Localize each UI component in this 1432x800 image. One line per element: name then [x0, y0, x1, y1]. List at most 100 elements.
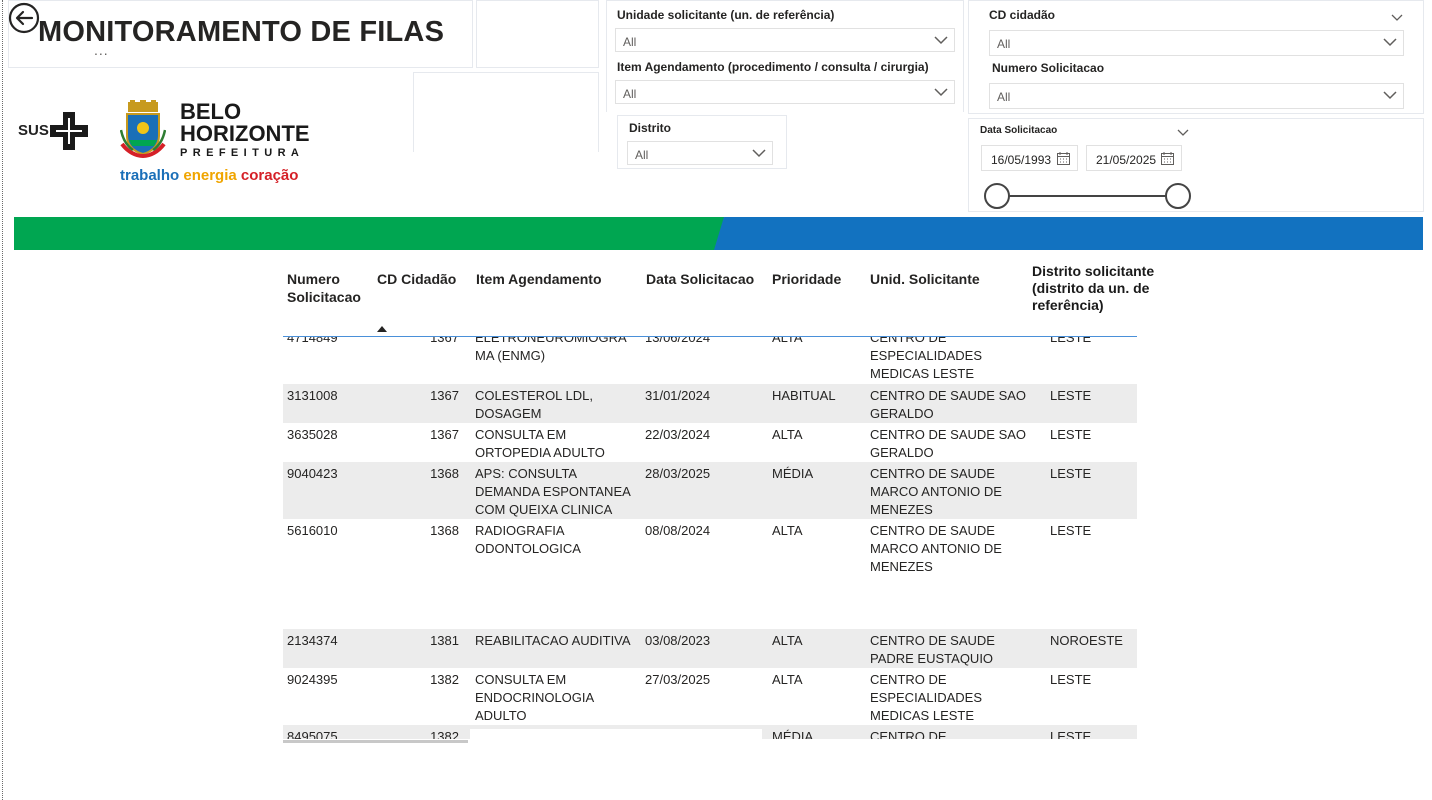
column-header-numero-line1: Numero	[287, 271, 340, 287]
more-options-icon[interactable]: ...	[94, 42, 109, 58]
column-header-cd[interactable]: CD Cidadão	[377, 270, 456, 288]
cell-data: 03/08/2023	[645, 633, 711, 648]
cell-prioridade: ALTA	[772, 337, 803, 345]
cell-data: 27/03/2025	[645, 672, 711, 687]
cell-numero: 8495075	[287, 729, 338, 739]
item-dropdown-value: All	[623, 87, 637, 101]
cell-data: 28/03/2025	[645, 466, 711, 481]
table-body[interactable]: 4714849 1367 ELETRONEUROMIOGRAMA (ENMG) …	[283, 337, 1137, 739]
column-header-prioridade[interactable]: Prioridade	[772, 270, 841, 288]
blue-banner	[714, 217, 1423, 250]
bh-logo-line1: BELO	[180, 99, 242, 124]
calendar-icon[interactable]	[1161, 152, 1174, 165]
cell-numero: 5616010	[287, 523, 338, 538]
cell-prioridade: MÉDIA	[772, 729, 814, 739]
table-row[interactable]: 5616010 1368 RADIOGRAFIA ODONTOLOGICA 08…	[283, 519, 1137, 629]
cell-unid: CENTRO DE SAUDE PADRE EUSTAQUIO	[870, 633, 995, 666]
cell-prioridade: ALTA	[772, 633, 803, 648]
date-range-slider-start-handle[interactable]	[984, 183, 1010, 209]
cell-data: 22/03/2024	[645, 427, 711, 442]
cell-distrito: LESTE	[1050, 729, 1092, 739]
back-arrow-icon[interactable]	[8, 2, 40, 34]
table-overlay-patch	[470, 729, 762, 743]
cell-prioridade: MÉDIA	[772, 466, 814, 481]
column-header-distrito-line3: referência)	[1032, 297, 1104, 313]
cd-filter-collapse-icon[interactable]	[1391, 9, 1403, 27]
chevron-down-icon	[934, 36, 948, 45]
cell-numero: 3635028	[287, 427, 338, 442]
cd-filter-label: CD cidadão	[989, 8, 1056, 22]
bh-logo-line2: HORIZONTE	[180, 121, 310, 146]
cell-cd: 1382	[430, 729, 459, 739]
cell-distrito: LESTE	[1050, 337, 1092, 345]
cell-unid: CENTRO DE SAUDE SAO GERALDO	[870, 427, 1027, 460]
blank-panel	[476, 0, 599, 68]
cd-dropdown-value: All	[997, 37, 1011, 51]
column-header-item[interactable]: Item Agendamento	[476, 270, 602, 288]
canvas-left-border	[2, 0, 3, 800]
table-header-divider	[283, 336, 1137, 337]
cd-dropdown[interactable]: All	[989, 30, 1404, 56]
column-header-distrito[interactable]: Distrito solicitante (distrito da un. de…	[1032, 263, 1154, 314]
bh-coat-of-arms-icon	[119, 100, 167, 167]
cell-cd: 1367	[430, 388, 459, 403]
numero-dropdown[interactable]: All	[989, 83, 1404, 109]
table-row[interactable]: 3131008 1367 COLESTEROL LDL, DOSAGEM 31/…	[283, 384, 1137, 423]
sus-cross-icon	[50, 112, 88, 155]
cell-cd: 1368	[430, 466, 459, 481]
cell-distrito: LESTE	[1050, 523, 1092, 538]
column-header-numero[interactable]: Numero Solicitacao	[287, 270, 361, 306]
column-header-distrito-line1: Distrito solicitante	[1032, 263, 1155, 279]
cell-unid: CENTRO DE ESPECIALIDADES MEDICAS LESTE	[870, 672, 982, 723]
table-row[interactable]: 9040423 1368 APS: CONSULTA DEMANDA ESPON…	[283, 462, 1137, 519]
cell-item: CONSULTA EM ORTOPEDIA ADULTO	[475, 427, 605, 460]
bh-logo-line3: PREFEITURA	[180, 147, 305, 159]
cell-unid: CENTRO DE ESPECIALIDADES MEDICAS LESTE	[870, 337, 982, 381]
cell-unid: CENTRO DE SAUDE SAO GERALDO	[870, 388, 1027, 421]
unidade-dropdown-value: All	[623, 35, 637, 49]
table-row[interactable]: 3635028 1367 CONSULTA EM ORTOPEDIA ADULT…	[283, 423, 1137, 462]
item-filter-label: Item Agendamento (procedimento / consult…	[617, 60, 929, 74]
tagline-word-1: trabalho	[120, 167, 180, 184]
blank-panel-2	[413, 72, 599, 152]
column-header-data[interactable]: Data Solicitacao	[646, 270, 754, 288]
column-header-numero-line2: Solicitacao	[287, 289, 361, 305]
cell-unid: CENTRO DE SAUDE MARCO ANTONIO DE MENEZES	[870, 523, 1002, 574]
cell-distrito: NOROESTE	[1050, 633, 1123, 648]
date-range-slider-track[interactable]	[996, 195, 1178, 197]
date-range-slider-end-handle[interactable]	[1165, 183, 1191, 209]
unidade-dropdown[interactable]: All	[615, 28, 955, 52]
cell-numero: 9024395	[287, 672, 338, 687]
calendar-icon[interactable]	[1057, 152, 1070, 165]
table-row[interactable]: 2134374 1381 REABILITACAO AUDITIVA 03/08…	[283, 629, 1137, 668]
chevron-down-icon	[752, 149, 766, 158]
distrito-dropdown[interactable]: All	[627, 141, 773, 165]
horizontal-scrollbar[interactable]	[283, 740, 468, 743]
sus-logo-text: SUS	[18, 122, 49, 139]
green-banner	[14, 217, 730, 250]
cell-distrito: LESTE	[1050, 672, 1092, 687]
cell-distrito: LESTE	[1050, 427, 1092, 442]
cell-item: REABILITACAO AUDITIVA	[475, 633, 631, 648]
distrito-filter-label: Distrito	[629, 121, 671, 135]
cell-prioridade: HABITUAL	[772, 388, 836, 403]
table-row[interactable]: 4714849 1367 ELETRONEUROMIOGRAMA (ENMG) …	[283, 337, 1137, 383]
cell-item: CONSULTA EM ENDOCRINOLOGIA ADULTO	[475, 672, 594, 723]
cell-data: 13/06/2024	[645, 337, 711, 345]
date-start-input[interactable]: 16/05/1993	[981, 145, 1078, 171]
column-header-unid[interactable]: Unid. Solicitante	[870, 270, 980, 288]
tagline-word-3: coração	[240, 167, 299, 184]
cell-prioridade: ALTA	[772, 427, 803, 442]
date-end-input[interactable]: 21/05/2025	[1086, 145, 1182, 171]
cell-distrito: LESTE	[1050, 388, 1092, 403]
cell-cd: 1367	[430, 427, 459, 442]
cell-numero: 3131008	[287, 388, 338, 403]
table-row[interactable]: 9024395 1382 CONSULTA EM ENDOCRINOLOGIA …	[283, 668, 1137, 725]
data-filter-collapse-icon[interactable]	[1177, 124, 1189, 142]
cell-prioridade: ALTA	[772, 523, 803, 538]
cell-data: 08/08/2024	[645, 523, 711, 538]
cell-item: RADIOGRAFIA ODONTOLOGICA	[475, 523, 581, 556]
numero-filter-label: Numero Solicitacao	[992, 61, 1105, 75]
item-dropdown[interactable]: All	[615, 80, 955, 104]
unidade-filter-label: Unidade solicitante (un. de referência)	[617, 8, 835, 22]
